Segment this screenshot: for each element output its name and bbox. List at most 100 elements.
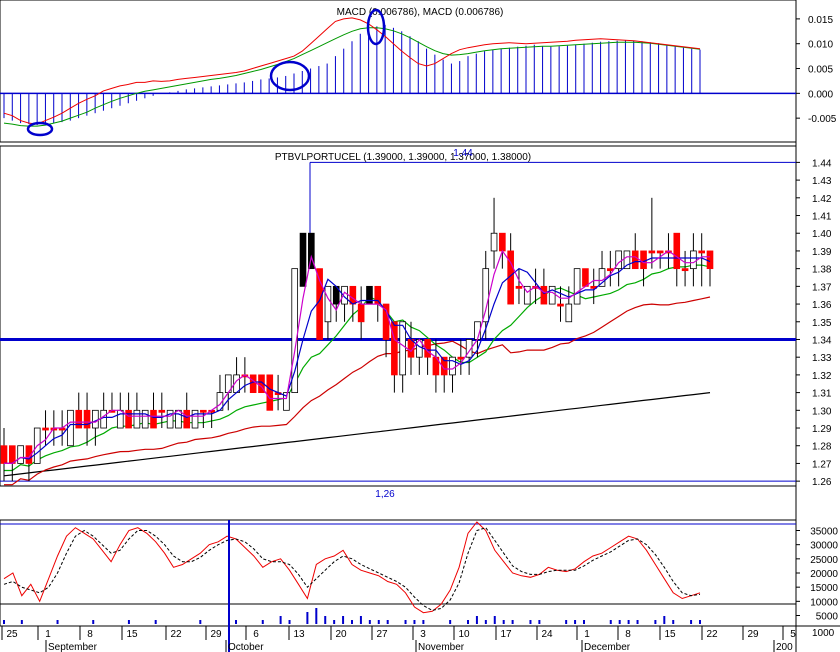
price-tick-label: 1.37 xyxy=(812,282,832,293)
candle xyxy=(690,250,697,270)
candle xyxy=(92,409,99,429)
macd-tick-label: 0.010 xyxy=(808,40,833,51)
price-tick-label: 1.41 xyxy=(812,212,832,223)
x-day-label: 5 xyxy=(790,629,796,640)
price-tick-label: 1.34 xyxy=(812,335,832,346)
candle xyxy=(357,303,365,323)
candle xyxy=(17,445,24,464)
stoch-tick-label: 30000 xyxy=(810,541,838,552)
macd-tick-label: -0.005 xyxy=(808,114,837,125)
candle xyxy=(266,374,274,411)
price-tick-label: 1.42 xyxy=(812,194,832,205)
candle xyxy=(499,232,506,252)
candle xyxy=(698,250,706,254)
price-tick-label: 1.31 xyxy=(812,389,832,400)
candle xyxy=(158,409,166,413)
x-month-label: December xyxy=(584,642,631,652)
candle xyxy=(183,409,191,429)
candle xyxy=(582,268,589,287)
candle xyxy=(150,409,157,429)
low-annotation: 1,26 xyxy=(375,489,395,500)
candle xyxy=(598,268,606,287)
candle xyxy=(200,409,207,413)
candle xyxy=(623,250,631,270)
price-tick-label: 1.28 xyxy=(812,442,832,453)
candle xyxy=(141,409,149,429)
x-day-label: 22 xyxy=(170,629,182,640)
candle xyxy=(540,285,548,305)
candle xyxy=(67,409,74,447)
stoch-tick-label: 25000 xyxy=(810,555,838,566)
candle xyxy=(100,409,107,429)
price-title: PTBVLPORTUCEL (1.39000, 1.39000, 1.37000… xyxy=(275,152,531,163)
candle xyxy=(391,321,398,376)
candle xyxy=(640,250,647,270)
candle xyxy=(133,409,141,429)
stoch-tick-label: 20000 xyxy=(810,569,838,580)
price-tick-label: 1.27 xyxy=(812,459,832,470)
candle xyxy=(249,374,257,394)
price-tick-label: 1.39 xyxy=(812,247,832,258)
candle xyxy=(83,409,91,429)
x-day-label: 25 xyxy=(6,629,18,640)
x-day-label: 17 xyxy=(500,629,512,640)
x-month-label: October xyxy=(228,642,264,652)
x-day-label: 27 xyxy=(376,629,388,640)
x-day-label: 8 xyxy=(87,629,93,640)
candle xyxy=(681,268,689,272)
x-day-label: 10 xyxy=(458,629,470,640)
candle xyxy=(166,409,174,429)
candle xyxy=(449,356,456,376)
x-month-label: September xyxy=(48,642,98,652)
x-day-label: 1 xyxy=(584,629,590,640)
price-tick-label: 1.36 xyxy=(812,300,832,311)
price-panel xyxy=(0,145,797,487)
x-day-label: 22 xyxy=(706,629,718,640)
candle xyxy=(299,232,307,287)
price-tick-label: 1.44 xyxy=(812,158,832,169)
price-tick-label: 1.32 xyxy=(812,371,832,382)
candle xyxy=(366,285,373,305)
price-tick-label: 1.33 xyxy=(812,353,832,364)
x-day-label: 29 xyxy=(747,629,759,640)
volume-unit-label: 1000 xyxy=(812,628,835,639)
macd-tick-label: 0.005 xyxy=(808,65,833,76)
stoch-tick-label: 10000 xyxy=(810,597,838,608)
candle xyxy=(75,409,83,429)
macd-title: MACD (0.006786), MACD (0.006786) xyxy=(337,7,504,18)
candle xyxy=(42,427,49,431)
candle xyxy=(490,232,498,252)
candle xyxy=(515,285,523,289)
candle xyxy=(457,356,465,360)
x-day-label: 20 xyxy=(335,629,347,640)
x-day-label: 24 xyxy=(541,629,553,640)
candle xyxy=(673,232,681,270)
x-day-label: 1 xyxy=(45,629,51,640)
x-day-label: 8 xyxy=(625,629,631,640)
stoch-tick-label: 15000 xyxy=(810,583,838,594)
candle xyxy=(706,250,714,270)
price-tick-label: 1.29 xyxy=(812,424,832,435)
macd-panel xyxy=(0,0,797,143)
candle xyxy=(324,285,332,323)
candle xyxy=(565,303,573,323)
x-day-label: 29 xyxy=(210,629,222,640)
high-annotation: 1.44 xyxy=(453,148,473,159)
x-day-label: 6 xyxy=(253,629,259,640)
price-tick-label: 1.43 xyxy=(812,176,832,187)
candle xyxy=(573,268,581,305)
candle xyxy=(116,409,124,429)
stochastic-panel xyxy=(0,519,797,627)
price-tick-label: 1.30 xyxy=(812,406,832,417)
stoch-tick-label: 5000 xyxy=(816,612,839,623)
x-month-label: November xyxy=(418,642,465,652)
x-day-label: 15 xyxy=(664,629,676,640)
stock-chart: MACD (0.006786), MACD (0.006786) PTBVLPO… xyxy=(0,0,840,652)
x-month-label: 200 xyxy=(776,642,793,652)
candle xyxy=(0,445,8,464)
macd-tick-label: 0.000 xyxy=(808,89,833,100)
candle xyxy=(349,285,357,305)
macd-tick-label: 0.015 xyxy=(808,15,833,26)
candle xyxy=(191,409,199,429)
price-tick-label: 1.40 xyxy=(812,229,832,240)
